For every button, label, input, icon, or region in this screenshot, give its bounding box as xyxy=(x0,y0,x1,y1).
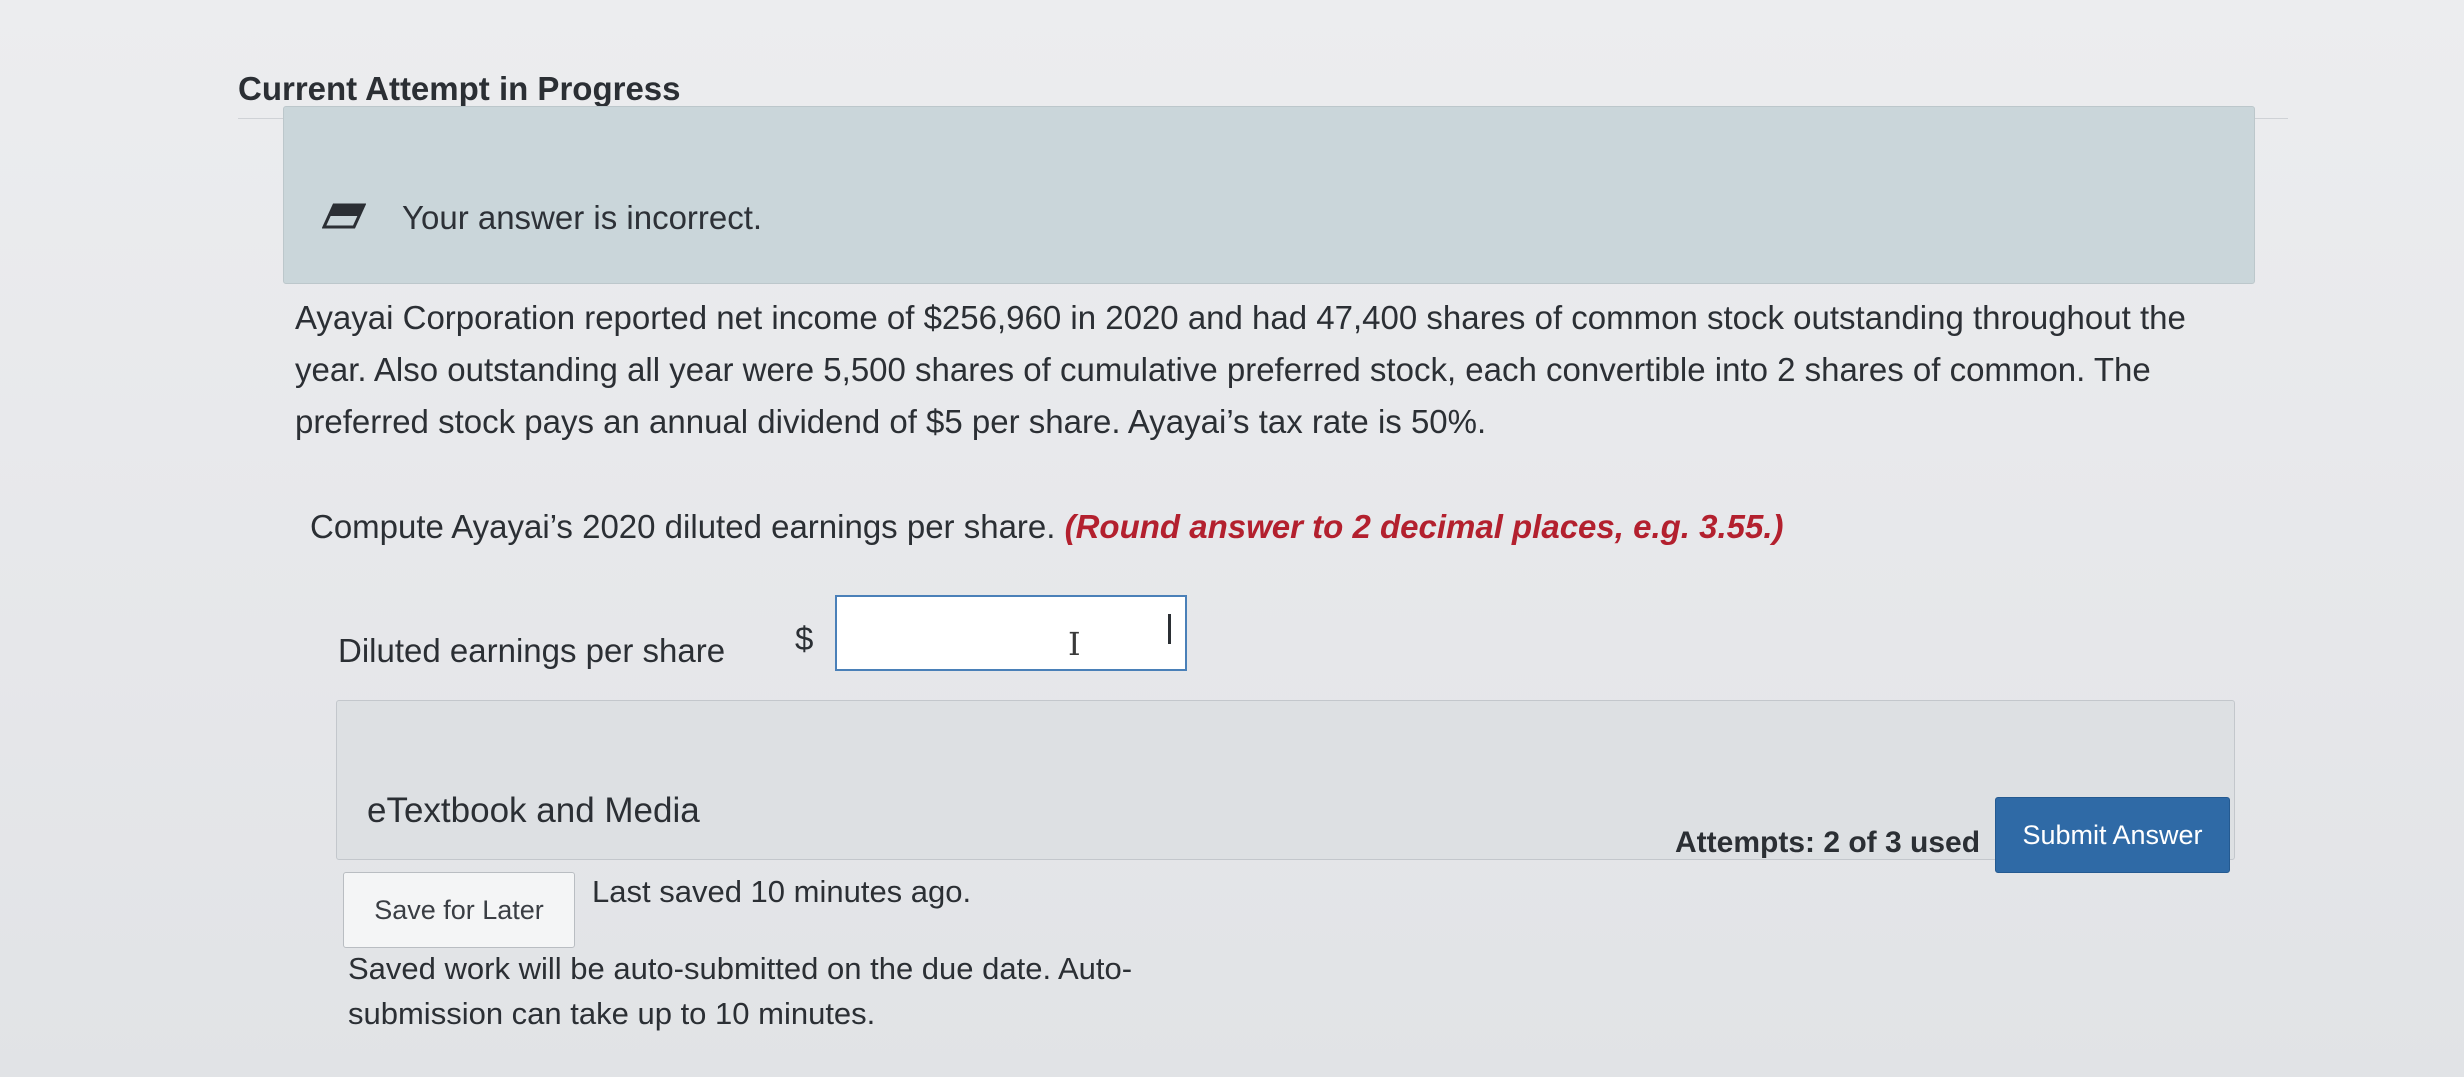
eraser-icon xyxy=(322,203,366,229)
save-for-later-button[interactable]: Save for Later xyxy=(343,872,575,948)
last-saved-status: Last saved 10 minutes ago. xyxy=(592,874,972,909)
text-cursor-icon: I xyxy=(1068,625,1081,663)
etextbook-media-label: eTextbook and Media xyxy=(367,791,700,830)
attempts-counter: Attempts: 2 of 3 used xyxy=(1675,826,1981,859)
auto-submit-note: Saved work will be auto-submitted on the… xyxy=(348,951,1133,1031)
feedback-banner: Your answer is incorrect. xyxy=(283,106,2255,284)
diluted-eps-input[interactable] xyxy=(835,595,1187,671)
page-title: Current Attempt in Progress xyxy=(238,70,681,107)
feedback-message: Your answer is incorrect. xyxy=(402,199,763,236)
assignment-page: Current Attempt in Progress Your answer … xyxy=(0,0,2464,1077)
instruction-text: Compute Ayayai’s 2020 diluted earnings p… xyxy=(310,508,1056,545)
problem-text: Ayayai Corporation reported net income o… xyxy=(295,299,2186,440)
input-caret xyxy=(1168,614,1171,644)
question-instruction: Compute Ayayai’s 2020 diluted earnings p… xyxy=(310,508,1784,546)
currency-symbol: $ xyxy=(795,620,814,657)
answer-label: Diluted earnings per share xyxy=(338,632,726,669)
submit-answer-button[interactable]: Submit Answer xyxy=(1995,797,2230,873)
rounding-hint: (Round answer to 2 decimal places, e.g. … xyxy=(1064,508,1784,545)
